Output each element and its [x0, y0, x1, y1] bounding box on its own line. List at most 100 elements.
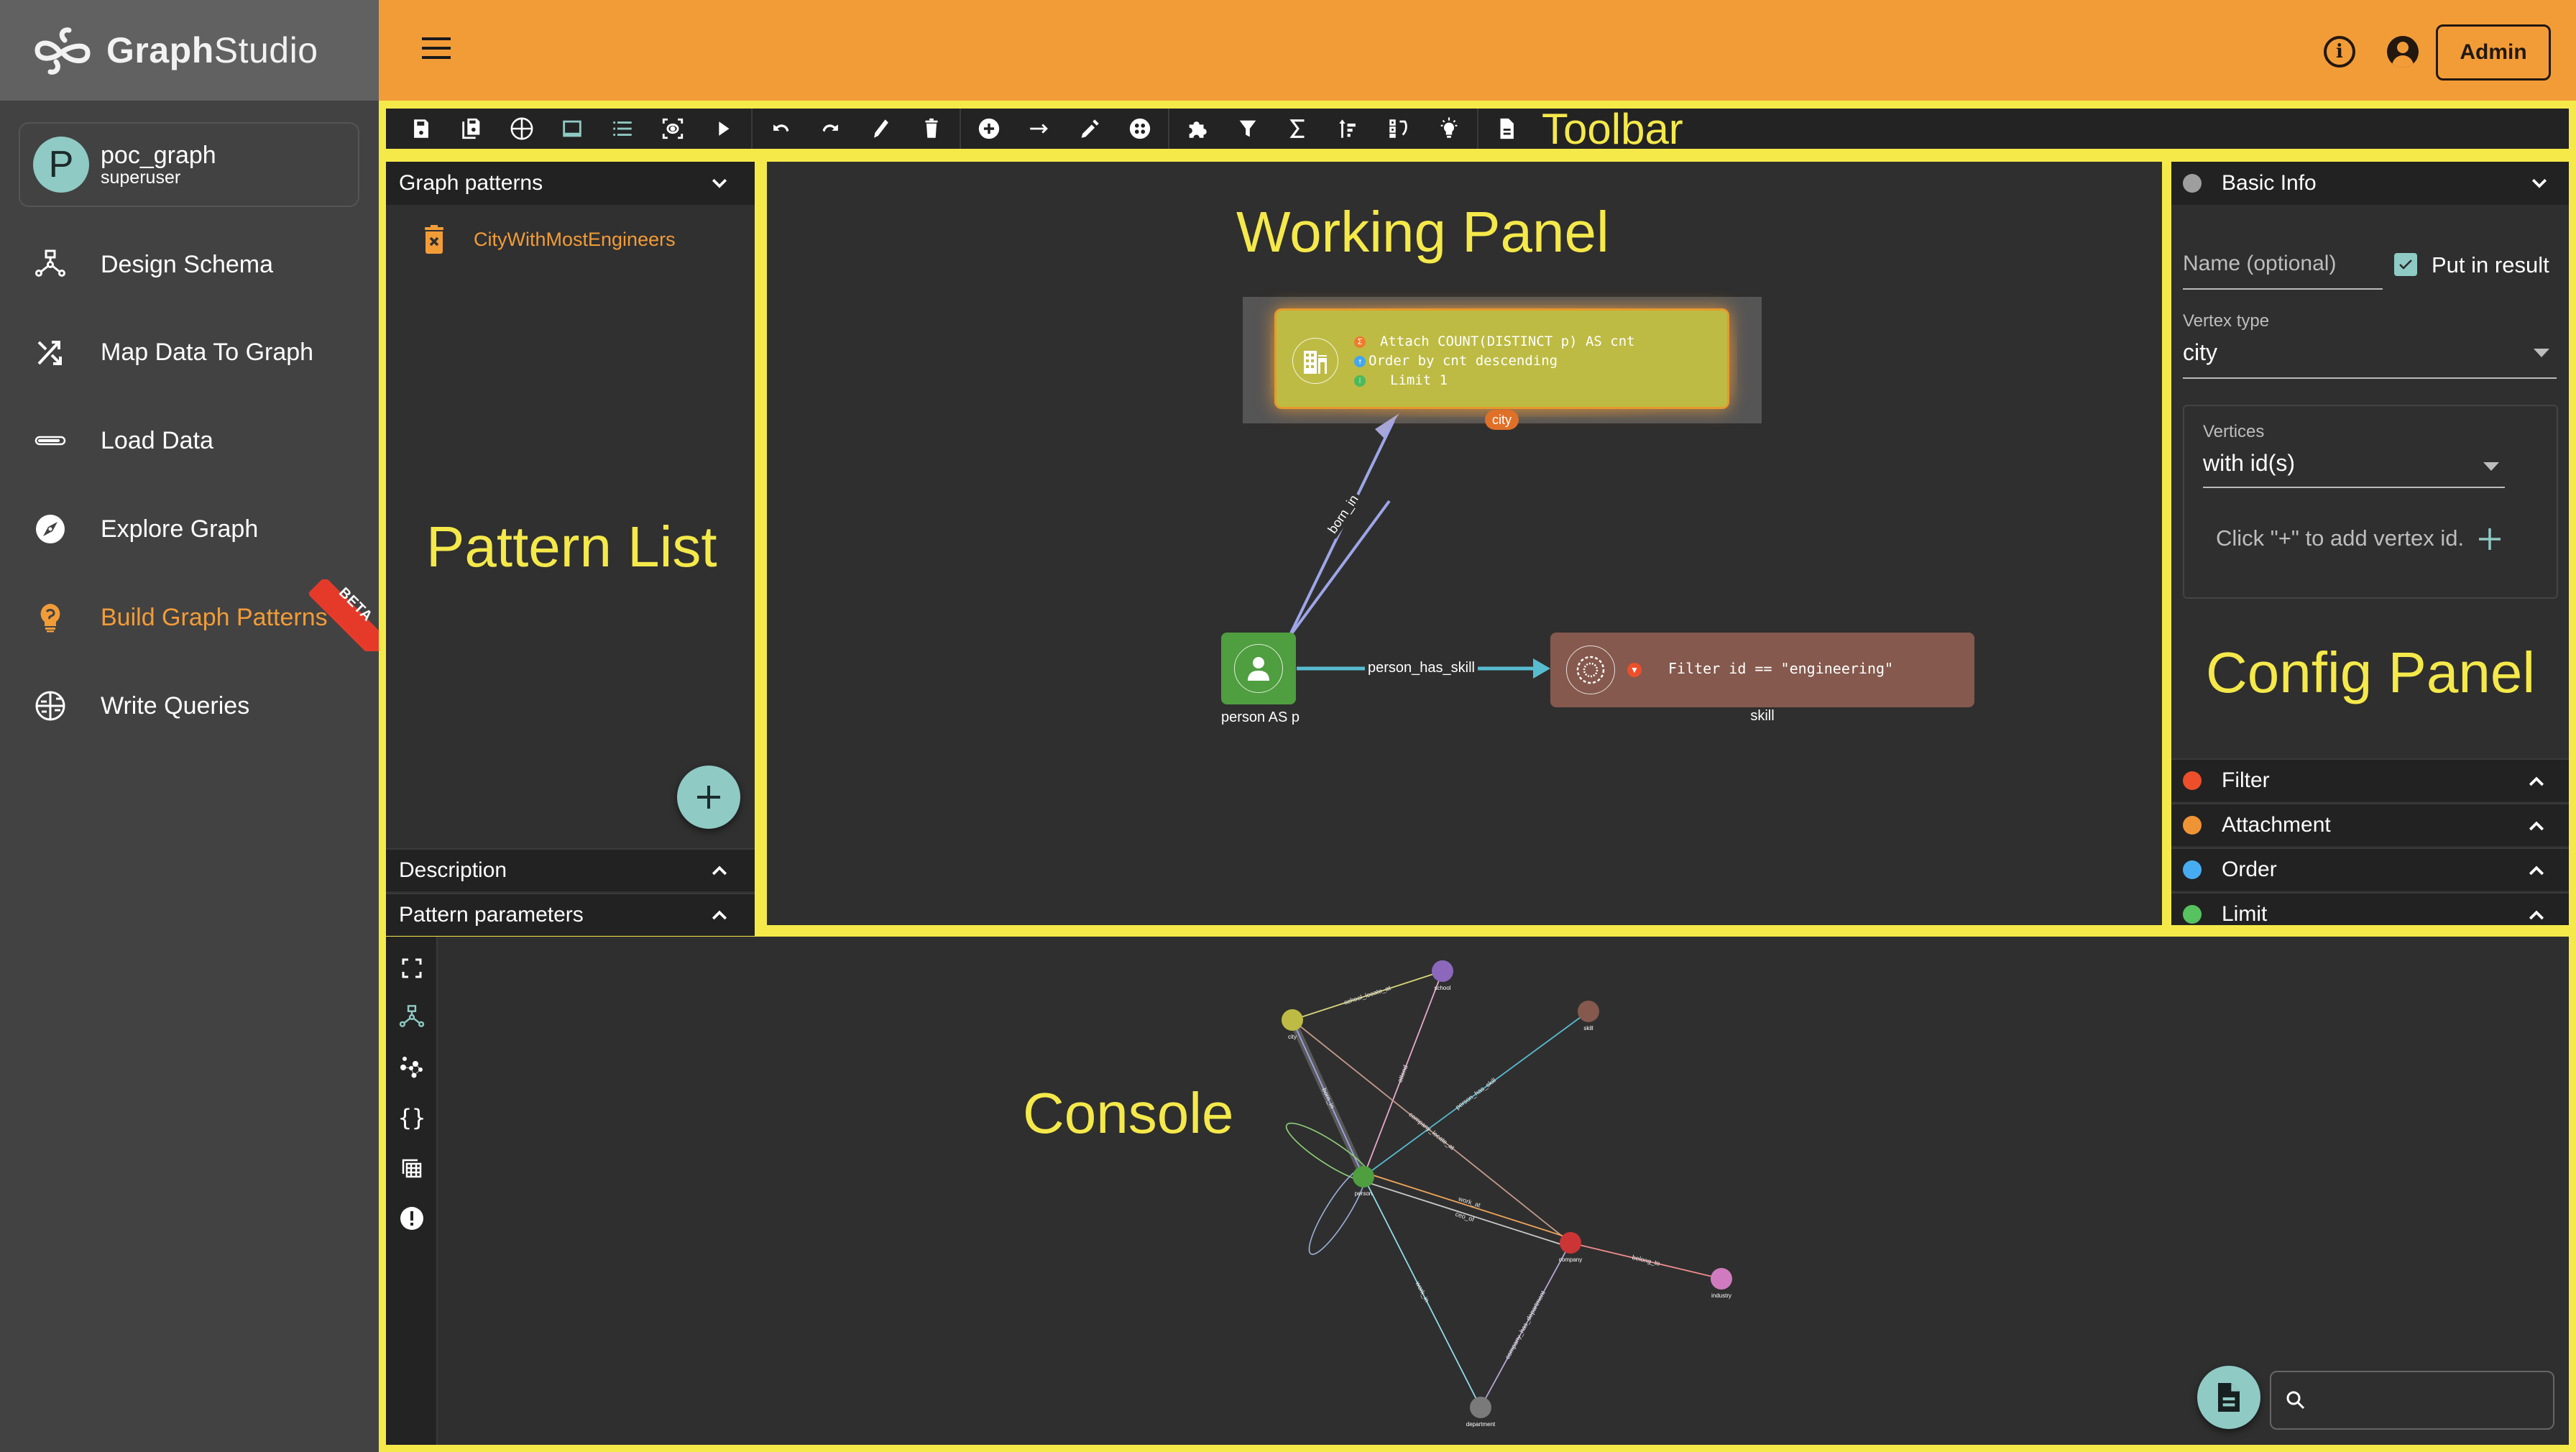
filter-section[interactable]: Filter — [2171, 758, 2569, 801]
aggregate-button[interactable] — [1273, 109, 1323, 149]
add-vertex-button[interactable] — [964, 109, 1014, 149]
shuffle-icon — [33, 335, 68, 369]
nav-label: Explore Graph — [101, 515, 259, 543]
order-line[interactable]: ↑ Order by cnt descending — [1354, 351, 1635, 371]
schema-node-person[interactable] — [1353, 1166, 1374, 1187]
sigma-badge-icon: Σ — [1354, 336, 1366, 348]
person-vertex-node[interactable] — [1221, 633, 1296, 704]
console-document-button[interactable] — [2197, 1366, 2260, 1429]
limit-button[interactable] — [1374, 109, 1424, 149]
schema-node-company[interactable] — [1560, 1232, 1581, 1254]
attachment-title: Attachment — [2222, 813, 2331, 837]
pick-button[interactable] — [1064, 109, 1115, 149]
document-icon — [1500, 118, 1514, 139]
basic-info-header[interactable]: Basic Info — [2171, 162, 2569, 205]
list-button[interactable] — [597, 109, 648, 149]
schema-node-skill[interactable] — [1578, 1001, 1599, 1022]
widget-button[interactable] — [1172, 109, 1223, 149]
graph-patterns-header[interactable]: Graph patterns — [386, 162, 755, 205]
pattern-parameters-section[interactable]: Pattern parameters — [386, 893, 755, 936]
order-section[interactable]: Order — [2171, 847, 2569, 891]
run-button[interactable] — [698, 109, 748, 149]
add-edge-button[interactable] — [1014, 109, 1064, 149]
save-as-button[interactable] — [446, 109, 497, 149]
undo-button[interactable] — [755, 109, 806, 149]
admin-button[interactable]: Admin — [2436, 24, 2551, 81]
skill-vertex-node[interactable]: ▼ Filter id == "engineering" — [1550, 633, 1974, 707]
account-icon[interactable] — [2387, 36, 2419, 68]
limit-section[interactable]: Limit — [2171, 892, 2569, 925]
add-vertex-id-icon[interactable] — [2478, 527, 2502, 551]
pattern-button[interactable] — [1115, 109, 1165, 149]
schema-node-department[interactable] — [1470, 1397, 1491, 1418]
vertex-type-select[interactable]: city — [2183, 334, 2557, 379]
delete-pattern-icon[interactable] — [423, 225, 445, 254]
order-button[interactable] — [1323, 109, 1374, 149]
order-title: Order — [2222, 858, 2277, 881]
description-section[interactable]: Description — [386, 848, 755, 891]
tips-button[interactable] — [1424, 109, 1474, 149]
filter-button[interactable] — [1223, 109, 1273, 149]
graph-role: superuser — [101, 167, 181, 188]
gsql-button[interactable] — [497, 109, 547, 149]
chevron-down-icon — [2531, 178, 2547, 188]
schema-node-label: person — [1355, 1190, 1372, 1197]
edit-button[interactable] — [856, 109, 906, 149]
delete-button[interactable] — [906, 109, 957, 149]
nav-load-data[interactable]: Load Data — [0, 405, 379, 477]
view-button[interactable] — [648, 109, 698, 149]
schema-edge-work-at[interactable] — [1364, 1172, 1573, 1240]
sidebar: GraphStudio P poc_graph superuser Design… — [0, 0, 381, 1452]
skill-filter-text[interactable]: Filter id == "engineering" — [1668, 660, 1893, 677]
nav-map-data-to-graph[interactable]: Map Data To Graph — [0, 316, 379, 388]
nav-label: Build Graph Patterns — [101, 603, 328, 631]
limit-line[interactable]: ⁝ Limit 1 — [1354, 371, 1635, 390]
gsql-icon — [510, 117, 533, 140]
pattern-canvas — [1243, 297, 1762, 679]
name-input[interactable] — [2183, 242, 2383, 285]
schema-node-school[interactable] — [1432, 960, 1453, 982]
city-vertex-node[interactable]: Σ Attach COUNT(DISTINCT p) AS cnt ↑ Order … — [1274, 308, 1729, 409]
app-logo[interactable]: GraphStudio — [0, 0, 379, 101]
schema-edge-label: born_in — [1320, 1087, 1336, 1109]
toggle-panel-button[interactable] — [547, 109, 597, 149]
menu-icon[interactable] — [422, 37, 451, 63]
name-field[interactable] — [2183, 242, 2383, 290]
document-button[interactable] — [1481, 109, 1532, 149]
schema-icon — [33, 247, 68, 282]
dropdown-arrow-icon — [2534, 349, 2549, 357]
vertices-select[interactable]: with id(s) — [2203, 444, 2505, 488]
nav-design-schema[interactable]: Design Schema — [0, 229, 379, 300]
nav-write-queries[interactable]: Write Queries — [0, 670, 379, 742]
add-circle-icon — [978, 118, 1000, 139]
vertices-label: Vertices — [2203, 422, 2265, 441]
schema-node-city[interactable] — [1282, 1009, 1303, 1031]
undo-icon — [773, 124, 789, 132]
attachment-section[interactable]: Attachment — [2171, 803, 2569, 846]
info-icon[interactable]: i — [2324, 36, 2355, 68]
compass-icon — [33, 512, 68, 546]
search-icon — [2286, 1391, 2305, 1410]
console-search-field[interactable] — [2270, 1371, 2554, 1430]
add-pattern-button[interactable] — [677, 766, 740, 829]
working-panel[interactable]: Working Panel born_in person_has_skill Σ… — [767, 162, 2162, 925]
schema-node-label: industry — [1711, 1292, 1731, 1299]
nav-explore-graph[interactable]: Explore Graph — [0, 493, 379, 565]
attach-line[interactable]: Σ Attach COUNT(DISTINCT p) AS cnt — [1354, 332, 1635, 351]
graph-selector[interactable]: P poc_graph superuser — [19, 122, 359, 207]
schema-edge-label: company_has_department — [1504, 1290, 1547, 1361]
puzzle-icon — [1189, 121, 1207, 138]
play-icon — [719, 121, 730, 136]
chevron-up-icon — [712, 910, 727, 920]
save-button[interactable] — [396, 109, 446, 149]
console-search-input[interactable] — [2316, 1389, 2546, 1412]
schema-node-industry[interactable] — [1711, 1268, 1732, 1290]
basic-info-dot — [2183, 174, 2202, 193]
toolbar-divider — [1168, 109, 1169, 149]
put-in-result-checkbox[interactable] — [2394, 253, 2417, 276]
attachment-dot — [2183, 816, 2202, 835]
put-in-result-label[interactable]: Put in result — [2432, 252, 2549, 278]
edge-person-has-skill-arrowhead — [1533, 658, 1550, 679]
pattern-list-item[interactable]: CityWithMostEngineers — [386, 216, 755, 263]
redo-button[interactable] — [806, 109, 856, 149]
